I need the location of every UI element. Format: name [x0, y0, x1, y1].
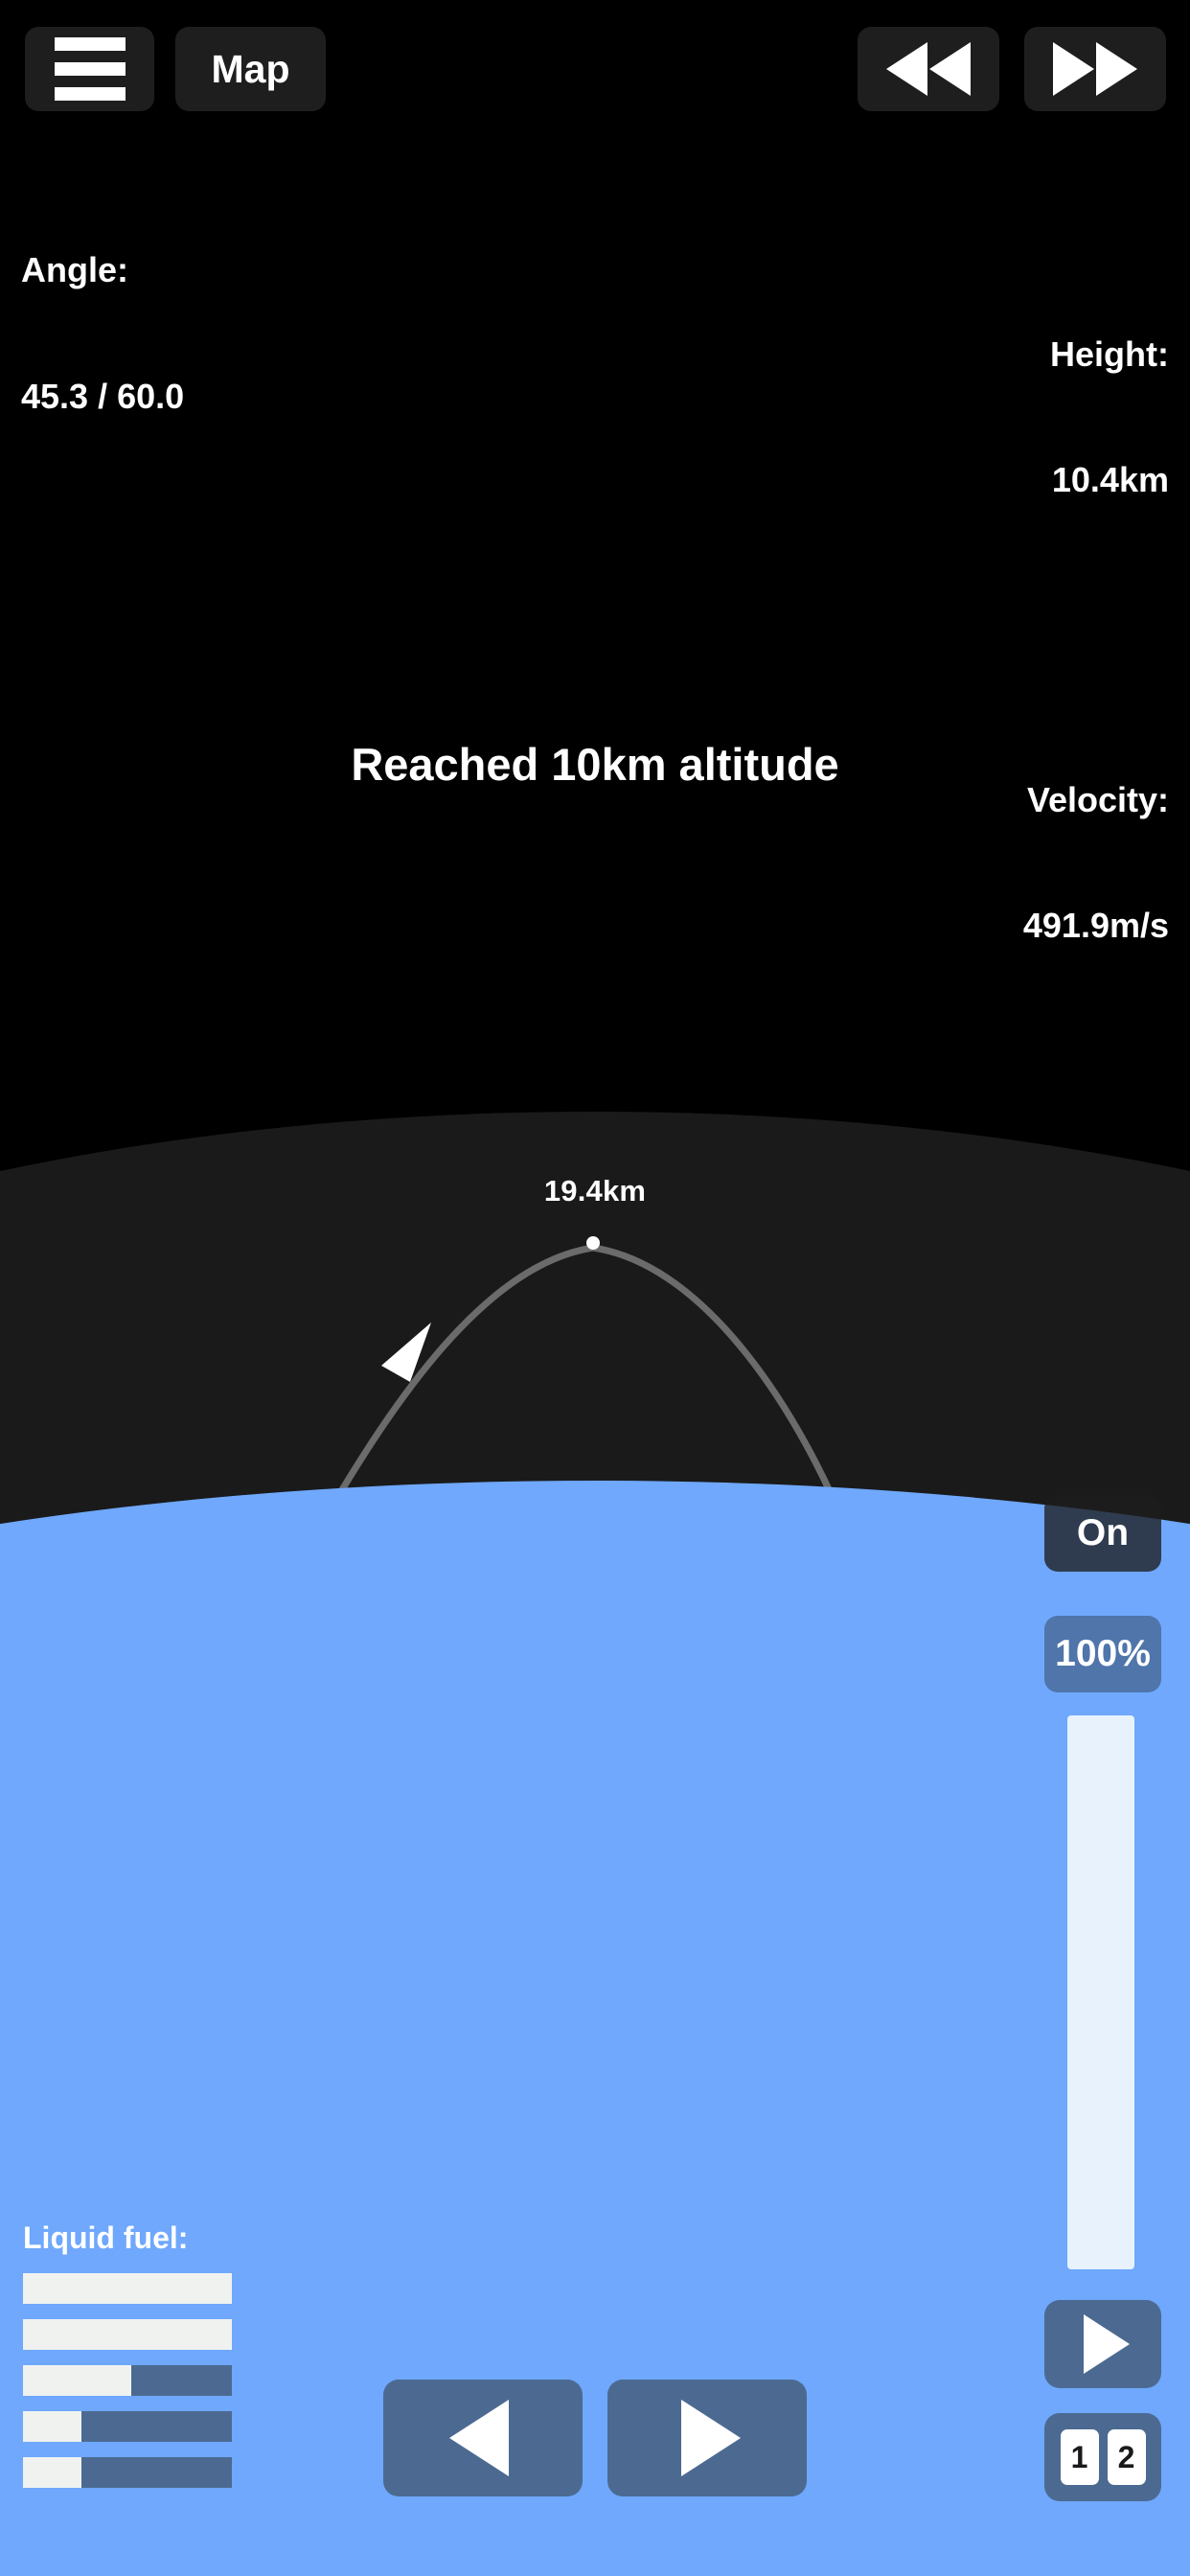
menu-button[interactable]	[25, 27, 154, 111]
fast-forward-button[interactable]	[1024, 27, 1166, 111]
rotate-left-button[interactable]	[383, 2380, 583, 2496]
fuel-panel-title: Liquid fuel:	[23, 2220, 189, 2255]
fuel-bar-fill	[23, 2411, 82, 2442]
fuel-bar-fill	[23, 2365, 132, 2396]
map-button-label: Map	[211, 46, 290, 91]
stage-list[interactable]: 1 2	[1044, 2413, 1161, 2501]
velocity-value: 491.9m/s	[1022, 906, 1169, 946]
angle-value: 45.3 / 60.0	[21, 376, 185, 416]
fuel-bar	[23, 2457, 232, 2488]
angle-readout: Angle: 45.3 / 60.0	[21, 165, 184, 501]
fuel-bar-list	[23, 2273, 263, 2488]
fuel-panel: Liquid fuel:	[23, 2220, 263, 2488]
throttle-percent-button[interactable]: 100%	[1044, 1616, 1161, 1692]
height-value: 10.4km	[1051, 460, 1169, 500]
fuel-bar	[23, 2273, 232, 2304]
throttle-percent-label: 100%	[1055, 1633, 1151, 1674]
map-button[interactable]: Map	[175, 27, 326, 111]
top-toolbar: Map	[0, 0, 1190, 153]
fuel-bar-fill	[23, 2273, 232, 2304]
flight-readout: Height: 10.4km Velocity: 491.9m/s	[1023, 165, 1169, 1116]
fast-forward-double-arrow-icon	[1053, 42, 1137, 96]
rotate-left-triangle-icon	[449, 2400, 509, 2476]
play-triangle-icon	[1084, 2314, 1130, 2374]
apoapsis-dot-icon	[586, 1236, 600, 1250]
fuel-bar-fill	[23, 2457, 82, 2488]
fuel-bar-fill	[23, 2319, 232, 2350]
fuel-bar	[23, 2411, 232, 2442]
rotate-right-triangle-icon	[681, 2400, 741, 2476]
hamburger-menu-icon	[54, 37, 126, 101]
fuel-bar	[23, 2319, 232, 2350]
height-label: Height:	[1050, 334, 1169, 374]
stage-card-1[interactable]: 1	[1060, 2429, 1099, 2485]
rocket-arrow-marker-icon	[381, 1322, 431, 1382]
rotate-right-button[interactable]	[607, 2380, 807, 2496]
throttle-slider[interactable]	[1067, 1715, 1134, 2269]
activate-stage-button[interactable]	[1044, 2300, 1161, 2388]
fuel-bar	[23, 2365, 232, 2396]
apoapsis-label: 19.4km	[543, 1174, 647, 1208]
engine-toggle-label: On	[1076, 1512, 1130, 1553]
game-screen: 19.4km Map Angle: 45.3 / 60.0 Height: 10…	[0, 0, 1190, 2576]
rewind-button[interactable]	[858, 27, 999, 111]
rewind-double-arrow-icon	[886, 42, 971, 96]
height-readout: Height: 10.4km	[1023, 249, 1169, 586]
stage-card-2[interactable]: 2	[1107, 2429, 1146, 2485]
angle-label: Angle:	[21, 249, 128, 289]
notification-message: Reached 10km altitude	[351, 739, 839, 790]
engine-toggle-button[interactable]: On	[1044, 1495, 1161, 1572]
throttle-slider-fill	[1067, 1715, 1134, 2269]
